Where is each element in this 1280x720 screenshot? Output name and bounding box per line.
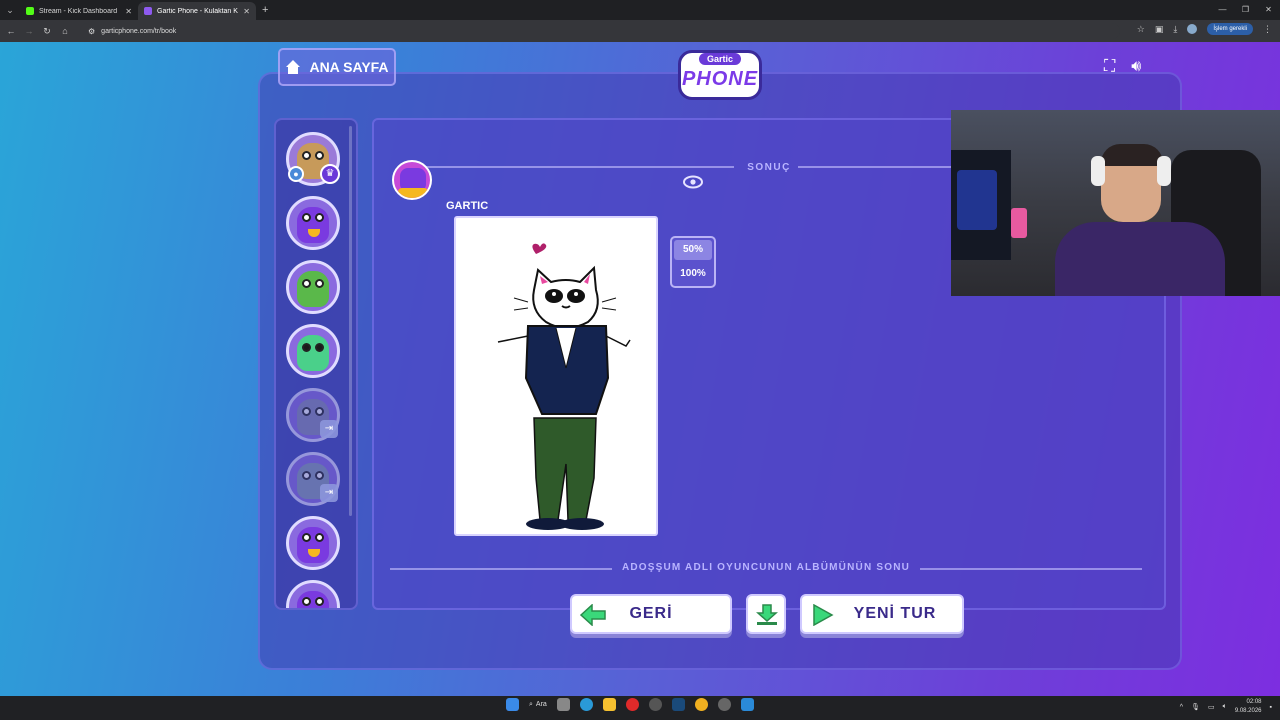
home-button-label: ANA SAYFA — [309, 59, 389, 75]
back-button-label: GERİ — [629, 605, 673, 622]
fullscreen-icon[interactable]: ⛶ — [1104, 58, 1115, 76]
zoom-option-100[interactable]: 100% — [674, 264, 712, 284]
browser-toolbar: ← → ↻ ⌂ ⚙ garticphone.com/tr/book ☆ ▣ ⤓ … — [0, 20, 1280, 42]
minimize-icon[interactable]: — — [1211, 0, 1234, 20]
taskbar: ⌕ Ara ^ 🎙︎ ▭ 🔈︎ 02:08 9.08.2026 ▪ — [0, 696, 1280, 720]
chrome-icon[interactable] — [694, 698, 708, 711]
zoom-option-50[interactable]: 50% — [674, 240, 712, 260]
crown-icon: ♛ — [320, 164, 340, 184]
browser-tab-gartic[interactable]: Gartic Phone - Kulaktan Kulağa ✕ — [138, 2, 256, 20]
search-icon: ⌕ — [529, 700, 533, 708]
obs-icon[interactable] — [648, 698, 662, 711]
logo-small-text: Gartic — [698, 53, 741, 65]
download-icon — [756, 604, 778, 625]
taskbar-apps: ⌕ Ara — [506, 698, 754, 711]
logo-big-text: PHONE — [681, 68, 759, 90]
eye-icon[interactable] — [682, 174, 704, 190]
profile-avatar-icon[interactable] — [1187, 24, 1198, 34]
microphone-icon[interactable]: 🎙︎ — [1191, 703, 1200, 711]
user-icon: ● — [288, 166, 304, 182]
network-icon[interactable]: ▭ — [1208, 703, 1215, 711]
address-bar[interactable]: ⚙ garticphone.com/tr/book — [80, 23, 1120, 39]
browser-tab-bar: ⌄ Stream - Kick Dashboard ✕ Gartic Phone… — [0, 0, 1280, 20]
forward-icon[interactable]: → — [20, 26, 38, 36]
clock-date: 9.08.2026 — [1234, 708, 1262, 714]
player-avatar[interactable] — [286, 324, 340, 378]
tab-search-icon[interactable]: ⌄ — [0, 0, 20, 20]
new-round-button[interactable]: YENİ TUR — [800, 594, 964, 634]
system-tray: ^ 🎙︎ ▭ 🔈︎ 02:08 9.08.2026 ▪ — [1180, 698, 1272, 716]
extensions-icon[interactable]: ▣ — [1155, 24, 1164, 35]
left-game-icon: ⇥ — [320, 420, 338, 438]
back-button[interactable]: GERİ — [570, 594, 732, 634]
app-icon[interactable] — [740, 698, 754, 711]
back-icon[interactable]: ← — [2, 26, 20, 36]
window-controls: — ❐ ✕ — [1211, 0, 1280, 20]
cat-drawing — [497, 243, 631, 530]
arrow-left-icon — [580, 604, 606, 626]
tray-chevron-icon[interactable]: ^ — [1180, 704, 1183, 711]
file-explorer-icon[interactable] — [602, 698, 616, 711]
author-avatar — [392, 160, 432, 200]
home-nav-icon[interactable]: ⌂ — [56, 26, 74, 36]
tab-title: Stream - Kick Dashboard — [39, 7, 118, 15]
start-icon[interactable] — [506, 698, 519, 711]
home-button[interactable]: ANA SAYFA — [278, 48, 396, 86]
search-label: Ara — [535, 701, 547, 708]
taskbar-search[interactable]: ⌕ Ara — [529, 701, 547, 709]
player-list-scrollbar[interactable] — [349, 126, 352, 516]
close-tab-icon[interactable]: ✕ — [125, 7, 132, 16]
steam-icon[interactable] — [671, 698, 685, 711]
speaker-icon[interactable]: 🔈︎ — [1223, 703, 1227, 711]
player-avatar[interactable] — [286, 580, 340, 608]
reload-icon[interactable]: ↻ — [38, 26, 56, 37]
webcam-overlay — [951, 110, 1280, 296]
player-list: ● ♛ ⇥ ⇥ — [274, 118, 358, 610]
site-info-icon[interactable]: ⚙ — [88, 27, 95, 36]
new-round-button-label: YENİ TUR — [853, 605, 937, 622]
tab-title: Gartic Phone - Kulaktan Kulağa — [157, 7, 238, 15]
notifications-icon[interactable]: ▪ — [1270, 704, 1272, 711]
author-name: GARTIC — [446, 200, 489, 212]
toolbar-actions: ☆ ▣ ⤓ İşlem gerekli ⋮ — [1137, 23, 1272, 35]
drawing-canvas — [454, 216, 658, 536]
edge-icon[interactable] — [579, 698, 593, 711]
clock[interactable]: 02:08 9.08.2026 — [1235, 698, 1262, 716]
volume-icon[interactable]: 🔊︎ — [1131, 58, 1141, 76]
opera-icon[interactable] — [625, 698, 639, 711]
browser-tab-kick[interactable]: Stream - Kick Dashboard ✕ — [20, 2, 138, 20]
action-required-button[interactable]: İşlem gerekli — [1207, 23, 1253, 35]
player-avatar[interactable] — [286, 196, 340, 250]
downloads-icon[interactable]: ⤓ — [1173, 24, 1177, 35]
gartic-phone-logo: Gartic PHONE — [672, 50, 768, 102]
close-tab-icon[interactable]: ✕ — [243, 7, 250, 16]
top-controls: ⛶ 🔊︎ — [1104, 58, 1141, 76]
left-game-icon: ⇥ — [320, 484, 338, 502]
restore-icon[interactable]: ❐ — [1234, 0, 1257, 20]
download-button[interactable] — [746, 594, 786, 634]
player-avatar[interactable] — [286, 516, 340, 570]
kick-favicon-icon — [26, 7, 34, 15]
new-tab-icon[interactable]: + — [262, 4, 268, 16]
player-avatar[interactable] — [286, 260, 340, 314]
play-icon — [813, 604, 834, 626]
task-view-icon[interactable] — [556, 698, 570, 711]
home-icon — [286, 60, 301, 74]
url-text: garticphone.com/tr/book — [101, 27, 177, 35]
gartic-favicon-icon — [144, 7, 152, 15]
close-window-icon[interactable]: ✕ — [1257, 0, 1280, 20]
album-end-text: ADOŞŞUM ADLI OYUNCUNUN ALBÜMÜNÜN SONU — [621, 562, 911, 573]
zoom-selector: 50% 100% — [670, 236, 716, 288]
menu-dots-icon[interactable]: ⋮ — [1263, 24, 1272, 35]
clock-time: 02:08 — [1246, 699, 1262, 705]
app-icon[interactable] — [717, 698, 731, 711]
bookmark-star-icon[interactable]: ☆ — [1137, 24, 1145, 35]
